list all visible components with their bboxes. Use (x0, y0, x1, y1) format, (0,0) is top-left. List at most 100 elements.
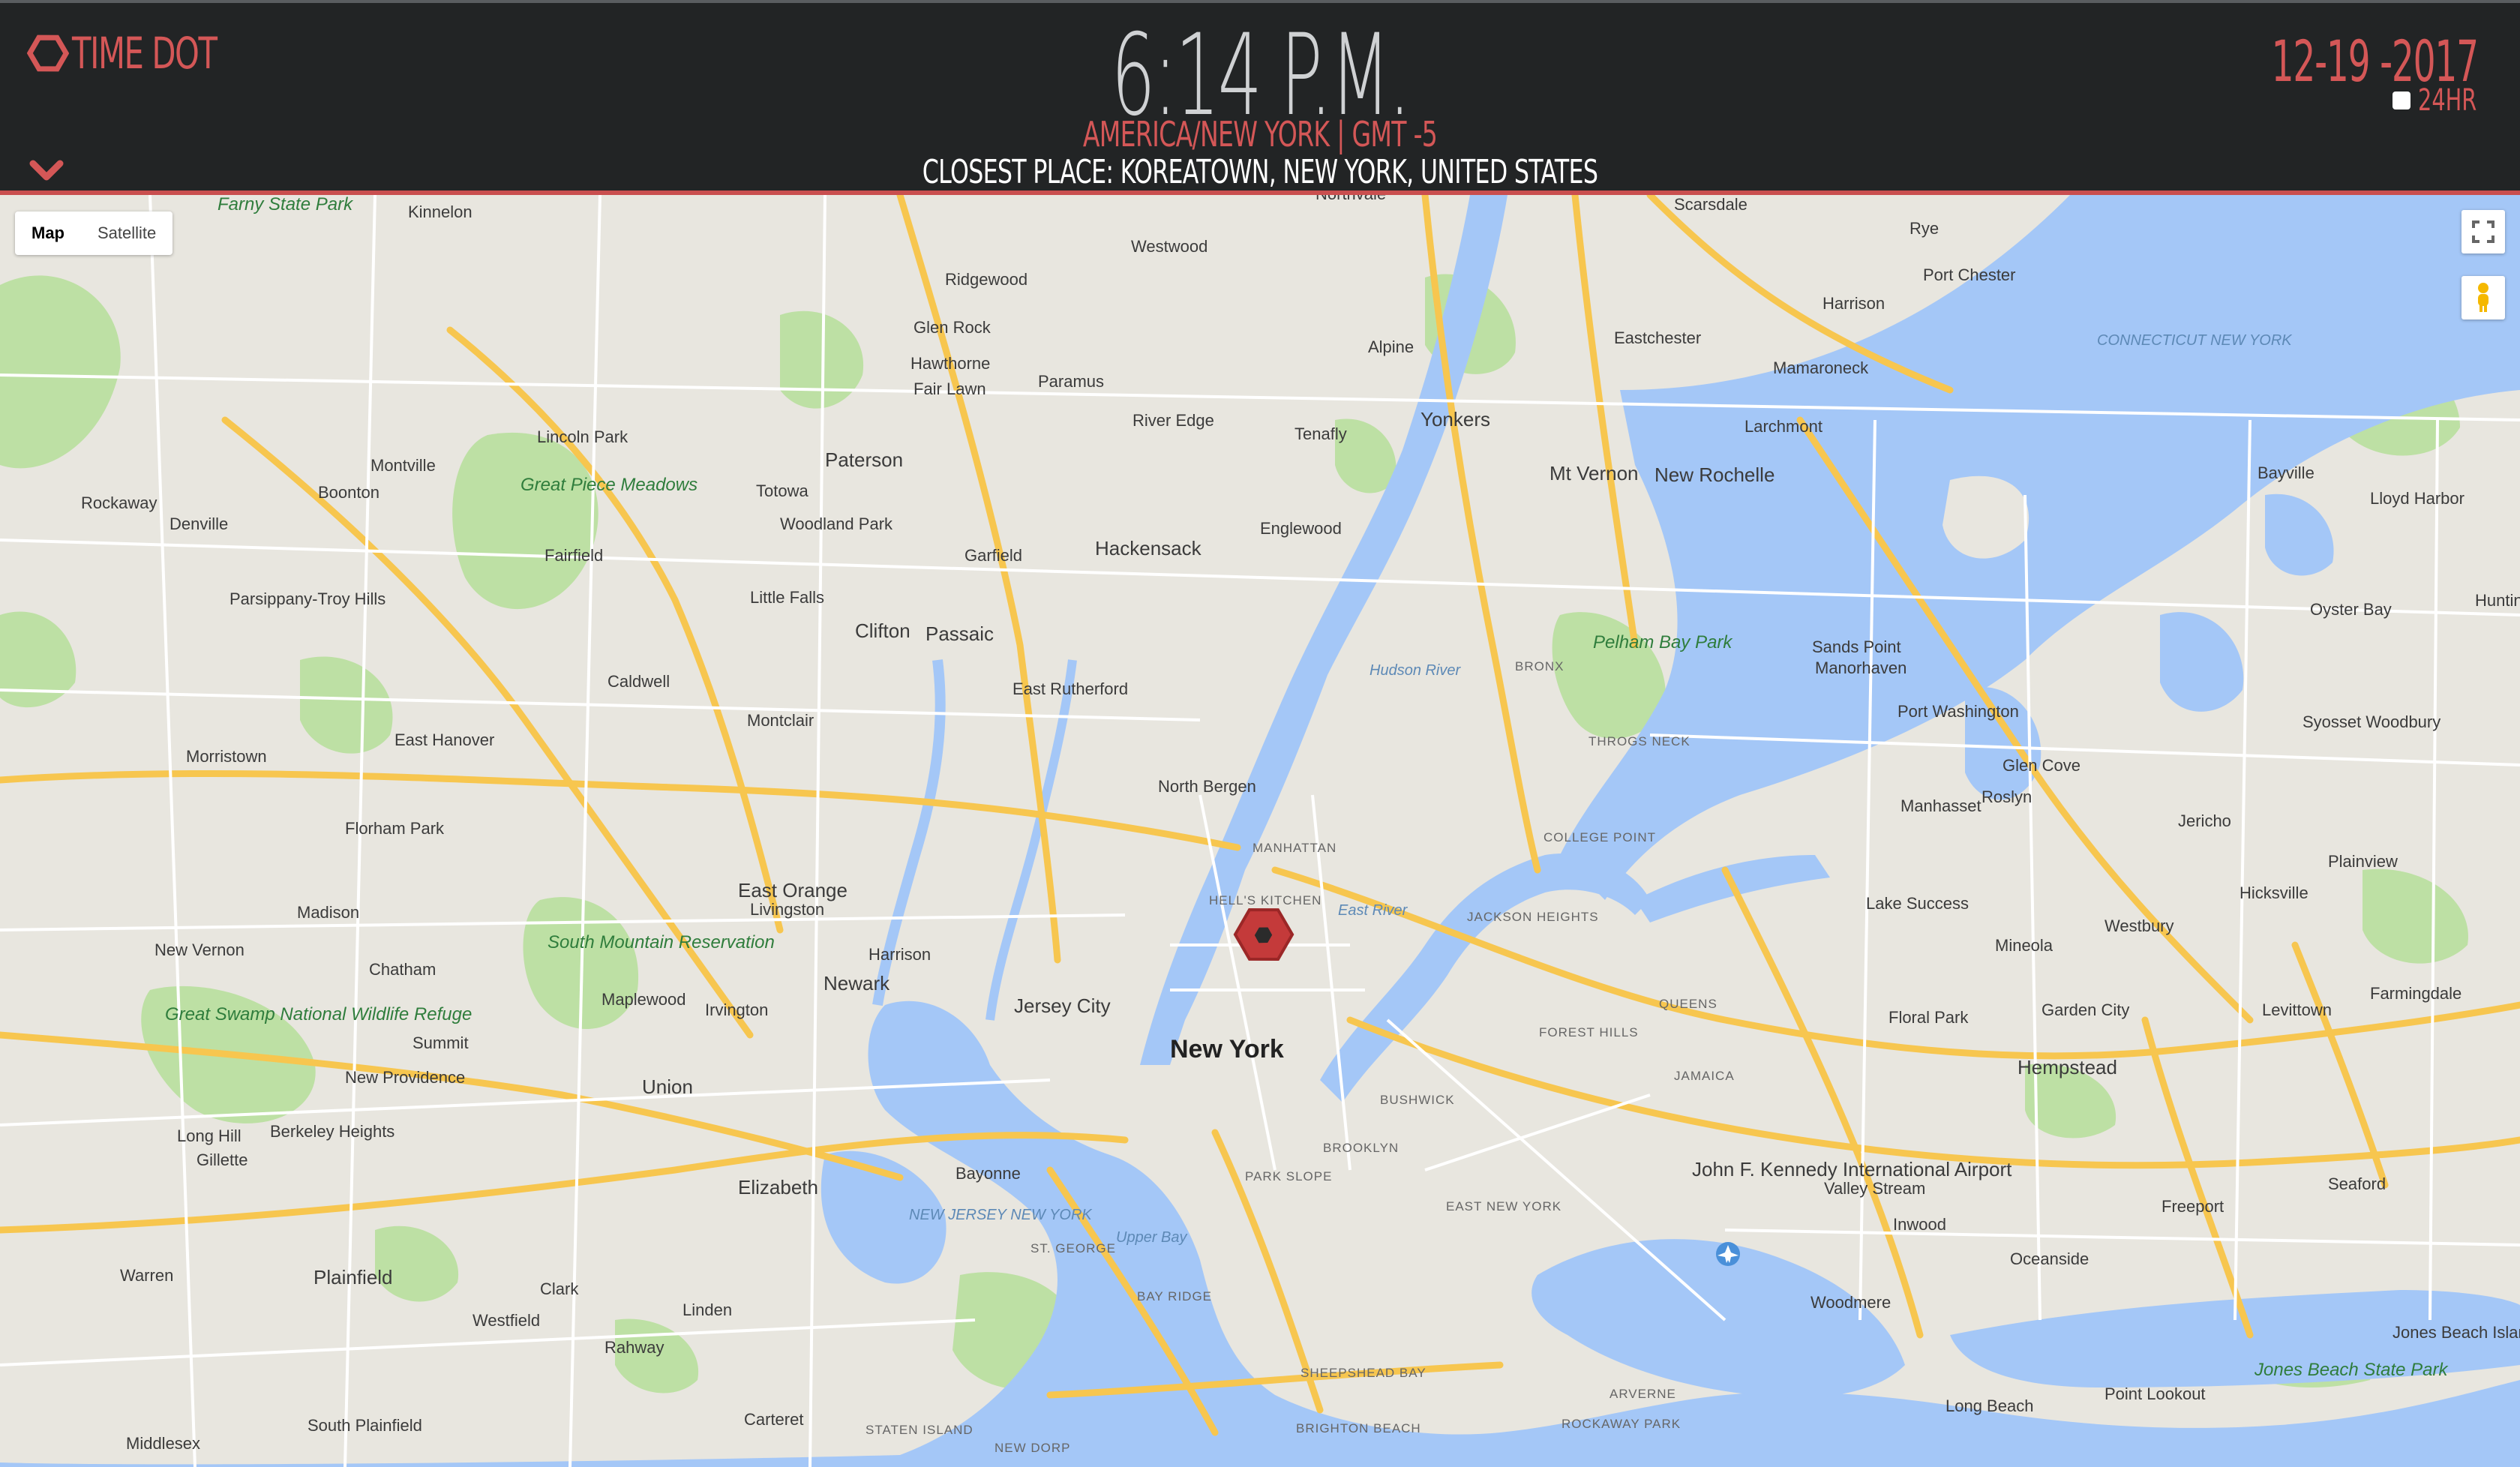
map-label-mineola: Mineola (1995, 936, 2054, 955)
map-label-great-swamp: Great Swamp National Wildlife Refuge (165, 1004, 472, 1024)
app-title: TIME DOT (72, 28, 218, 79)
map-label-woodland-park: Woodland Park (780, 514, 893, 533)
map-label-garfield: Garfield (964, 546, 1022, 565)
map-label-lloyd-harbor: Lloyd Harbor (2370, 489, 2464, 508)
map-label-brighton-beach: BRIGHTON BEACH (1296, 1421, 1421, 1436)
map-label-forest-hills: FOREST HILLS (1539, 1025, 1639, 1040)
map-label-alpine: Alpine (1368, 338, 1414, 356)
map-label-paterson: Paterson (825, 448, 903, 471)
map-label-berkeley-heights: Berkeley Heights (270, 1122, 394, 1141)
map-label-summit: Summit (412, 1034, 469, 1052)
fullscreen-button[interactable] (2462, 210, 2505, 254)
map-label-hudson-river: Hudson River (1370, 662, 1462, 679)
map-label-harrison: Harrison (1822, 294, 1885, 313)
map-label-hawthorne: Hawthorne (910, 354, 990, 373)
app-logo[interactable]: TIME DOT (27, 32, 272, 75)
map-label-rockaway: Rockaway (81, 494, 157, 512)
map-type-map-button[interactable]: Map (15, 212, 81, 255)
map-label-newark: Newark (824, 972, 890, 994)
map-label-jersey-city: Jersey City (1014, 994, 1111, 1017)
header-bar: TIME DOT 6:14 P.M. AMERICA/NEW YORK | GM… (0, 0, 2520, 195)
street-view-button[interactable] (2462, 276, 2505, 320)
map-label-clark: Clark (540, 1280, 579, 1298)
map-label-hells-kitchen: HELL'S KITCHEN (1209, 893, 1322, 908)
map-label-garden-city: Garden City (2042, 1000, 2129, 1019)
map-label-boonton: Boonton (318, 483, 380, 502)
map-label-freeport: Freeport (2162, 1197, 2224, 1216)
map-label-montville: Montville (370, 456, 436, 475)
map-label-long-beach: Long Beach (1946, 1396, 2033, 1415)
map-label-jericho: Jericho (2178, 812, 2231, 830)
closest-place-label: CLOSEST PLACE: KOREATOWN, NEW YORK, UNIT… (922, 153, 1598, 191)
map-label-park-slope: PARK SLOPE (1245, 1169, 1332, 1184)
map-label-college-point: COLLEGE POINT (1544, 830, 1656, 844)
map-label-parsippany: Parsippany-Troy Hills (230, 590, 386, 608)
map-label-westbury: Westbury (2104, 916, 2174, 935)
map-label-hempstead: Hempstead (2018, 1056, 2117, 1078)
map-label-eastchester: Eastchester (1614, 328, 1701, 347)
map-label-livingston-placeholder: Livingston (750, 900, 824, 919)
map-label-woodmere: Woodmere (1810, 1293, 1891, 1312)
map-label-port-chester: Port Chester (1923, 266, 2016, 284)
map-label-port-washington: Port Washington (1898, 702, 2019, 721)
map-label-bronx: BRONX (1515, 659, 1564, 674)
map-label-tenafly: Tenafly (1294, 424, 1347, 443)
map-label-clifton: Clifton (855, 620, 910, 642)
map-label-northvale: Northvale (1316, 195, 1386, 203)
map-label-new-jersey-ny: NEW JERSEY NEW YORK (909, 1207, 1093, 1223)
map-label-floral-park: Floral Park (1888, 1008, 1969, 1027)
map-label-roslyn: Roslyn (1982, 788, 2032, 806)
map-label-connecticut-ny: CONNECTICUT NEW YORK (2097, 332, 2293, 349)
map-label-carteret: Carteret (744, 1410, 803, 1429)
map-label-hicksville: Hicksville (2240, 884, 2308, 902)
map-label-kinnelon: Kinnelon (408, 202, 472, 221)
format-24hr-label: 24HR (2418, 83, 2477, 118)
map-label-upper-bay: Upper Bay (1116, 1229, 1187, 1246)
map-label-new-providence: New Providence (345, 1068, 465, 1087)
map-label-oyster-bay: Oyster Bay (2310, 600, 2392, 619)
map-label-warren: Warren (120, 1266, 173, 1285)
map-label-river-edge: River Edge (1132, 411, 1214, 430)
map-label-gillette: Gillette (196, 1150, 248, 1169)
map-label-middlesex: Middlesex (126, 1434, 200, 1453)
map-label-ridgewood: Ridgewood (945, 270, 1028, 289)
map-label-mamaroneck: Mamaroneck (1773, 358, 1869, 377)
current-date: 12-19 -2017 (2271, 28, 2479, 94)
map-label-harrison-nj: Harrison (868, 945, 931, 964)
map-label-east-rutherford: East Rutherford (1012, 680, 1128, 698)
map-label-montclair: Montclair (747, 711, 814, 730)
map-label-east-river: East River (1338, 902, 1408, 919)
map-label-new-vernon: New Vernon (154, 940, 244, 959)
map-label-north-bergen: North Bergen (1158, 777, 1256, 796)
map-label-queens: QUEENS (1659, 997, 1718, 1011)
map-label-mt-vernon: Mt Vernon (1550, 462, 1639, 484)
chevron-down-icon[interactable] (28, 158, 64, 183)
map-label-elizabeth: Elizabeth (738, 1176, 818, 1198)
map-type-satellite-button[interactable]: Satellite (81, 212, 172, 255)
map-label-long-hill: Long Hill (177, 1126, 242, 1145)
airport-icon[interactable] (1716, 1242, 1740, 1266)
format-24hr-checkbox[interactable] (2392, 92, 2410, 110)
map-label-chatham: Chatham (369, 960, 436, 979)
map-label-south-mountain: South Mountain Reservation (548, 932, 775, 952)
map-label-farmingdale: Farmingdale (2370, 984, 2462, 1003)
map-label-westwood: Westwood (1131, 237, 1208, 256)
map-label-jones-beach: Jones Beach State Park (2254, 1360, 2449, 1380)
map-label-bayville: Bayville (2258, 464, 2314, 482)
map-label-scarsdale: Scarsdale (1674, 195, 1748, 214)
map-label-larchmont: Larchmont (1744, 417, 1822, 436)
map-label-maplewood: Maplewood (602, 990, 686, 1009)
map-label-valley-stream: Valley Stream (1824, 1179, 1925, 1198)
timezone-label: AMERICA/NEW YORK | GMT -5 (1082, 114, 1438, 154)
map-label-florham-park: Florham Park (345, 819, 445, 838)
map-label-jamaica: JAMAICA (1674, 1069, 1735, 1083)
pegman-icon (2478, 283, 2488, 312)
map-label-manorhaven: Manorhaven (1815, 658, 1906, 677)
map-label-bay-ridge: BAY RIDGE (1137, 1289, 1212, 1304)
map-label-little-falls: Little Falls (750, 588, 824, 607)
format-toggle[interactable]: 24HR (2392, 86, 2478, 116)
map-label-st-george: ST. GEORGE (1030, 1241, 1116, 1256)
map-label-passaic: Passaic (926, 622, 994, 645)
map-canvas[interactable]: New York Newark Jersey City Yonkers Pate… (0, 195, 2520, 1467)
map-view[interactable]: New York Newark Jersey City Yonkers Pate… (0, 195, 2520, 1467)
